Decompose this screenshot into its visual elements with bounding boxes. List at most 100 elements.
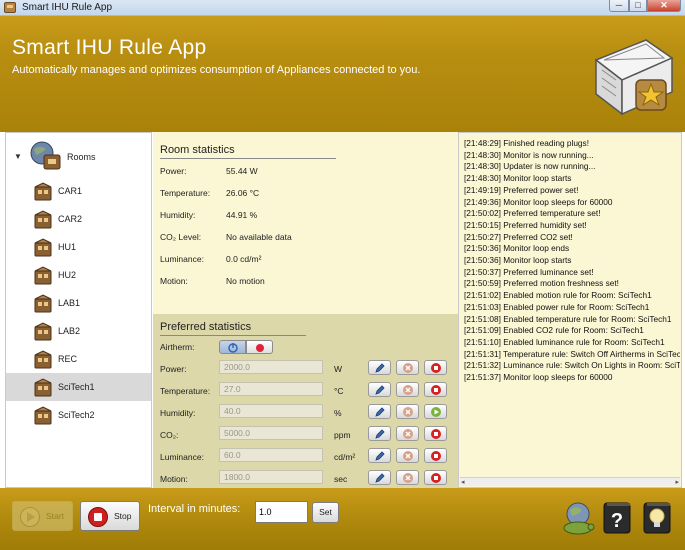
pref-luminance-input[interactable] — [219, 448, 323, 462]
tree-item-label: HU1 — [58, 242, 77, 252]
edit-humidity-button[interactable] — [368, 404, 391, 419]
stop-motion-button[interactable] — [424, 470, 447, 485]
log-line: [21:49:36] Monitor loop sleeps for 60000 — [464, 196, 613, 207]
log-line: [21:51:08] Enabled temperature rule for … — [464, 313, 672, 324]
globe-house-icon — [30, 141, 61, 170]
pref-unit-humidity: % — [334, 408, 342, 418]
stat-value-luminance: 0.0 cd/m² — [226, 254, 262, 264]
log-line: [21:51:32] Luminance rule: Switch On Lig… — [464, 360, 680, 371]
play-humidity-button[interactable] — [424, 404, 447, 419]
airtherm-on-toggle[interactable] — [219, 340, 246, 354]
cancel-icon — [403, 363, 413, 373]
cancel-temperature-button[interactable] — [396, 382, 419, 397]
tree-item-label: SciTech1 — [58, 382, 95, 392]
log-horizontal-scrollbar[interactable]: ◂ ▸ — [460, 477, 680, 486]
room-icon — [34, 378, 52, 397]
pref-unit-luminance: cd/m² — [334, 452, 356, 462]
log-line: [21:51:37] Monitor loop sleeps for 60000 — [464, 372, 613, 383]
svg-text:?: ? — [611, 510, 623, 532]
pref-unit-motion: sec — [334, 474, 348, 484]
tree-item-lab2[interactable]: LAB2 — [6, 317, 151, 345]
pref-motion-input[interactable] — [219, 470, 323, 484]
help-icon[interactable]: ? — [599, 500, 635, 536]
tree-root-rooms[interactable]: ▼ Rooms — [10, 139, 150, 171]
log-line: [21:48:30] Updater is now running... — [464, 161, 596, 172]
log-panel[interactable]: [21:48:29] Finished reading plugs! [21:4… — [458, 132, 682, 488]
start-button[interactable]: Start — [12, 501, 73, 531]
tree-item-hu1[interactable]: HU1 — [6, 233, 151, 261]
tree-item-scitech2[interactable]: SciTech2 — [6, 401, 151, 429]
log-line: [21:51:31] Temperature rule: Switch Off … — [464, 348, 680, 359]
stat-label-temperature: Temperature: — [160, 188, 211, 198]
edit-power-button[interactable] — [368, 360, 391, 375]
stop-icon — [431, 429, 441, 439]
cancel-co2-button[interactable] — [396, 426, 419, 441]
stat-label-luminance: Luminance: — [160, 254, 204, 264]
stop-co2-button[interactable] — [424, 426, 447, 441]
pref-label-humidity: Humidity: — [160, 408, 196, 418]
pencil-icon — [375, 473, 385, 483]
pref-temperature-input[interactable] — [219, 382, 323, 396]
interval-input[interactable] — [255, 501, 308, 523]
tree-item-label: REC — [58, 354, 78, 364]
tree-item-rec[interactable]: REC — [6, 345, 151, 373]
cancel-icon — [403, 429, 413, 439]
app-header: Smart IHU Rule App Automatically manages… — [0, 16, 685, 132]
edit-motion-button[interactable] — [368, 470, 391, 485]
pref-unit-temperature: °C — [334, 386, 344, 396]
log-line: [21:51:03] Enabled power rule for Room: … — [464, 301, 650, 312]
room-icon — [34, 294, 52, 313]
window-title: Smart IHU Rule App — [22, 2, 113, 13]
log-line: [21:50:36] Monitor loop ends — [464, 243, 570, 254]
airtherm-off-toggle[interactable] — [246, 340, 273, 354]
room-icon — [34, 266, 52, 285]
expand-arrow-icon[interactable]: ▼ — [14, 152, 22, 161]
cancel-power-button[interactable] — [396, 360, 419, 375]
turtle-globe-icon[interactable] — [560, 500, 596, 536]
scroll-left-icon[interactable]: ◂ — [461, 478, 465, 486]
cancel-motion-button[interactable] — [396, 470, 419, 485]
cancel-humidity-button[interactable] — [396, 404, 419, 419]
scroll-right-icon[interactable]: ▸ — [675, 478, 679, 486]
start-button-label: Start — [46, 511, 64, 521]
log-line: [21:51:10] Enabled luminance rule for Ro… — [464, 336, 665, 347]
tree-item-car1[interactable]: CAR1 — [6, 177, 151, 205]
pref-unit-co2: ppm — [334, 430, 351, 440]
tree-item-scitech1[interactable]: SciTech1 — [6, 373, 151, 401]
stat-label-motion: Motion: — [160, 276, 188, 286]
log-line: [21:50:37] Preferred luminance set! — [464, 266, 594, 277]
log-line: [21:48:30] Monitor is now running... — [464, 149, 594, 160]
tree-item-car2[interactable]: CAR2 — [6, 205, 151, 233]
room-icon — [34, 406, 52, 425]
pref-power-input[interactable] — [219, 360, 323, 374]
lightbulb-icon[interactable] — [639, 500, 675, 536]
preferred-statistics-title: Preferred statistics — [160, 321, 306, 336]
edit-temperature-button[interactable] — [368, 382, 391, 397]
stat-value-motion: No motion — [226, 276, 265, 286]
pencil-icon — [375, 385, 385, 395]
close-button[interactable]: ✕ — [647, 0, 681, 12]
tree-root-label: Rooms — [67, 152, 96, 162]
cancel-luminance-button[interactable] — [396, 448, 419, 463]
stop-luminance-button[interactable] — [424, 448, 447, 463]
tree-item-label: SciTech2 — [58, 410, 95, 420]
set-button[interactable]: Set — [312, 502, 339, 523]
stop-power-button[interactable] — [424, 360, 447, 375]
log-line: [21:49:19] Preferred power set! — [464, 184, 579, 195]
pref-co2-input[interactable] — [219, 426, 323, 440]
maximize-button[interactable]: □ — [629, 0, 647, 12]
minimize-button[interactable]: ─ — [609, 0, 629, 12]
stop-button[interactable]: Stop — [80, 501, 140, 531]
room-icon — [34, 350, 52, 369]
log-line: [21:51:09] Enabled CO2 rule for Room: Sc… — [464, 325, 644, 336]
stat-value-temperature: 26.06 °C — [226, 188, 260, 198]
window-titlebar: Smart IHU Rule App ─ □ ✕ — [0, 0, 685, 16]
tree-item-lab1[interactable]: LAB1 — [6, 289, 151, 317]
stat-value-humidity: 44.91 % — [226, 210, 258, 220]
cancel-icon — [403, 407, 413, 417]
stop-temperature-button[interactable] — [424, 382, 447, 397]
pref-humidity-input[interactable] — [219, 404, 323, 418]
edit-luminance-button[interactable] — [368, 448, 391, 463]
tree-item-hu2[interactable]: HU2 — [6, 261, 151, 289]
edit-co2-button[interactable] — [368, 426, 391, 441]
